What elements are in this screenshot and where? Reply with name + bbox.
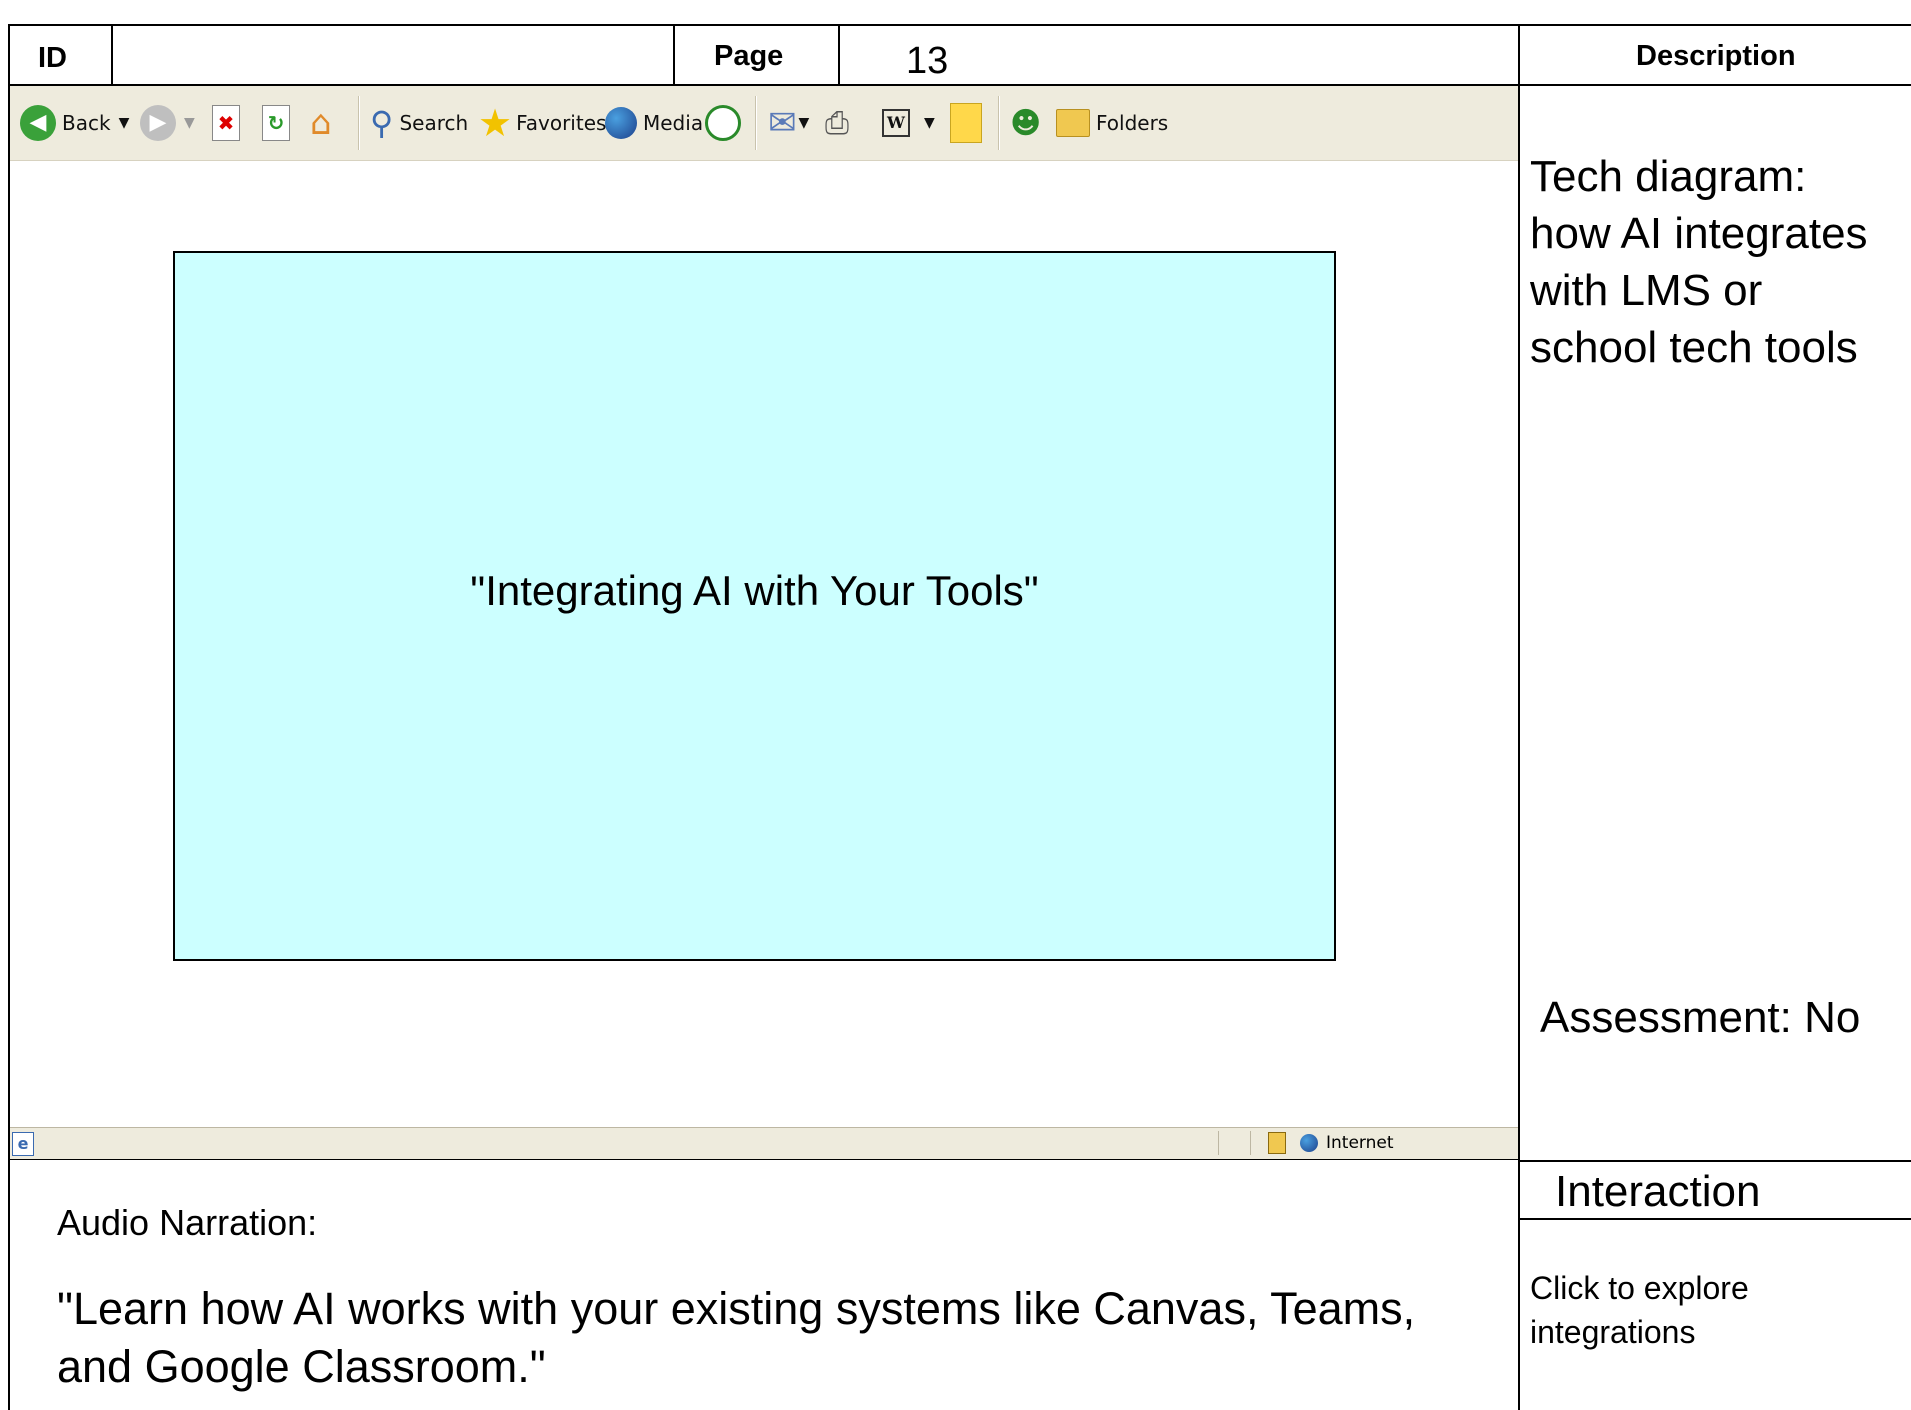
page-number: 13: [906, 40, 949, 82]
audio-narration-text: "Learn how AI works with your existing s…: [57, 1283, 1416, 1392]
search-icon: ⚲: [370, 104, 394, 142]
mail-button[interactable]: ✉ ▼: [768, 86, 809, 160]
favorites-button[interactable]: ★ Favorites: [478, 86, 606, 160]
refresh-button[interactable]: ↻: [262, 86, 290, 160]
interaction-header-border: [1518, 1218, 1911, 1220]
favorites-label: Favorites: [516, 111, 607, 135]
folders-label: Folders: [1096, 111, 1169, 135]
forward-dropdown-icon[interactable]: ▼: [184, 115, 195, 131]
stop-icon: ✖: [212, 105, 240, 141]
slide-placeholder: "Integrating AI with Your Tools": [173, 251, 1336, 961]
edit-word-button[interactable]: W ▼: [882, 86, 935, 160]
home-button[interactable]: ⌂: [310, 86, 332, 160]
page-label: Page: [714, 40, 784, 72]
print-button[interactable]: ⎙: [825, 86, 849, 160]
slide-title: "Integrating AI with Your Tools": [470, 567, 1039, 614]
left-border: [8, 24, 10, 1410]
history-button[interactable]: [705, 86, 741, 160]
description-bottom-border: [1518, 1160, 1911, 1162]
assessment-text: Assessment: No: [1540, 993, 1861, 1042]
stop-button[interactable]: ✖: [212, 86, 240, 160]
back-label: Back: [62, 111, 111, 135]
favorites-star-icon: ★: [478, 101, 513, 145]
toolbar-separator: [755, 96, 757, 150]
top-border: [8, 24, 1911, 26]
history-clock-icon: [705, 105, 741, 141]
messenger-icon: ☻: [1010, 105, 1042, 141]
internet-globe-icon: [1300, 1134, 1318, 1152]
printer-icon: ⎙: [825, 105, 849, 141]
status-divider: [1218, 1131, 1219, 1155]
back-arrow-icon: ◀: [20, 105, 56, 141]
ie-page-icon: e: [12, 1132, 34, 1156]
main-divider: [1518, 24, 1520, 1410]
id-label: ID: [38, 42, 67, 74]
media-globe-icon: [605, 107, 637, 139]
mail-dropdown-icon[interactable]: ▼: [799, 115, 810, 131]
id-divider: [111, 24, 113, 84]
messenger-button[interactable]: ☻: [1010, 86, 1041, 160]
word-icon: W: [882, 109, 910, 137]
interaction-header: Interaction: [1555, 1167, 1761, 1216]
id-value-divider: [673, 24, 675, 84]
search-label: Search: [399, 111, 469, 135]
audio-narration-label: Audio Narration:: [57, 1202, 318, 1243]
status-divider: [1250, 1131, 1251, 1155]
folder-icon: [1056, 109, 1090, 137]
media-button[interactable]: Media: [605, 86, 703, 160]
mail-icon: ✉: [768, 103, 797, 143]
toolbar-separator: [998, 96, 1000, 150]
back-dropdown-icon[interactable]: ▼: [119, 115, 130, 131]
browser-toolbar: ◀ Back ▼ ▶ ▼ ✖ ↻ ⌂ ⚲ Search ★ Favorites …: [10, 86, 1518, 161]
refresh-icon: ↻: [262, 105, 290, 141]
forward-arrow-icon: ▶: [140, 105, 176, 141]
note-icon: [950, 103, 982, 143]
lock-icon: [1268, 1132, 1286, 1154]
toolbar-separator: [358, 96, 360, 150]
internet-zone-label: Internet: [1326, 1133, 1394, 1153]
page-divider: [838, 24, 840, 84]
description-header: Description: [1636, 40, 1796, 72]
browser-status-bar: e Internet: [10, 1127, 1518, 1159]
edit-dropdown-icon[interactable]: ▼: [924, 115, 935, 131]
folders-button[interactable]: Folders: [1056, 86, 1168, 160]
description-text: Tech diagram: how AI integrates with LMS…: [1530, 152, 1868, 372]
home-icon: ⌂: [310, 103, 332, 143]
search-button[interactable]: ⚲ Search: [370, 86, 468, 160]
discuss-button[interactable]: [950, 86, 982, 160]
back-button[interactable]: ◀ Back ▼: [20, 86, 129, 160]
interaction-text: Click to explore integrations: [1530, 1270, 1749, 1350]
media-label: Media: [643, 111, 704, 135]
forward-button[interactable]: ▶ ▼: [140, 86, 195, 160]
